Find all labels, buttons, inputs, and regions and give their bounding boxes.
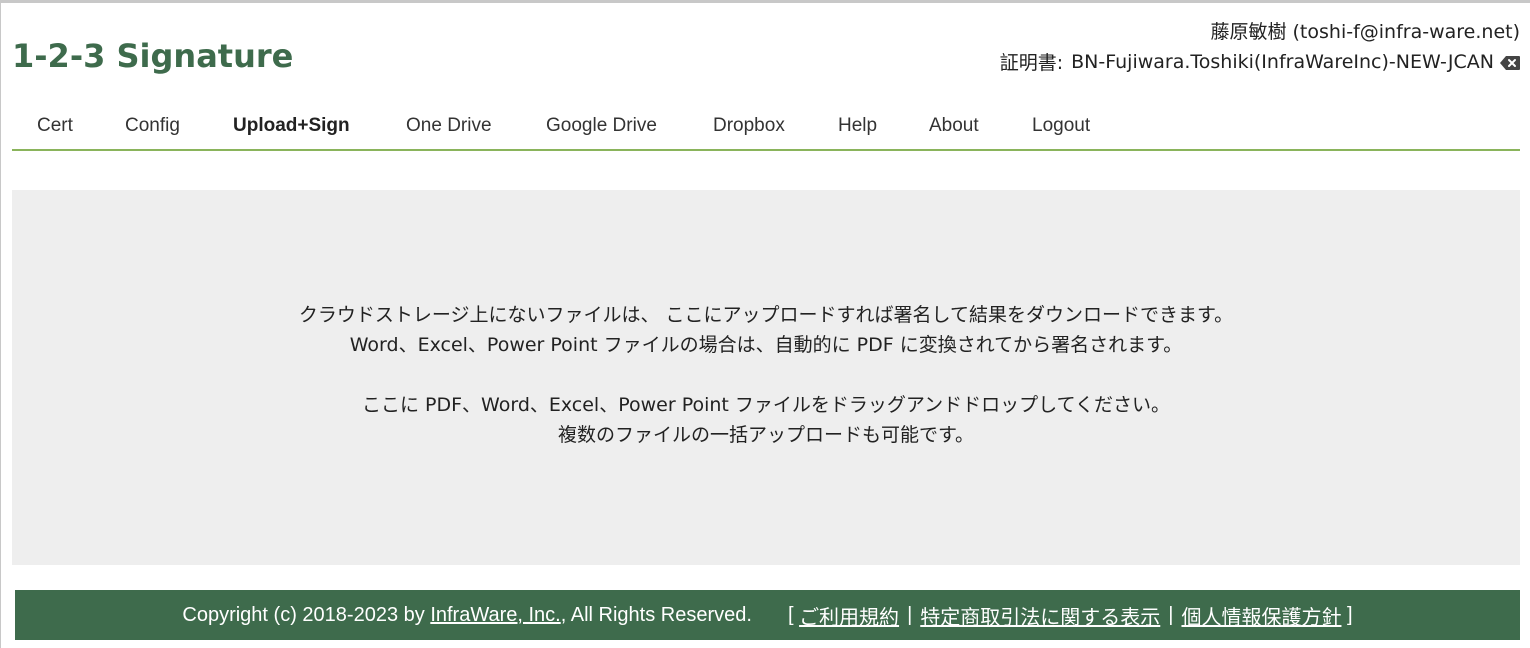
footer-separator: | [1168, 603, 1174, 626]
nav-about[interactable]: About [929, 115, 979, 137]
drop-line-1: クラウドストレージ上にないファイルは、 ここにアップロードすれば署名して結果をダ… [298, 304, 1234, 326]
copyright-suffix: , All Rights Reserved. [560, 603, 752, 626]
user-info: 藤原敏樹 (toshi-f@infra-ware.net) [1210, 21, 1520, 43]
copyright-prefix: Copyright (c) 2018-2023 by [182, 603, 425, 626]
nav-dropbox[interactable]: Dropbox [713, 115, 785, 137]
nav-one-drive[interactable]: One Drive [406, 115, 492, 137]
drop-line-4: 複数のファイルの一括アップロードも可能です。 [557, 424, 975, 446]
certificate-label: 証明書: [999, 52, 1064, 74]
drop-line-3: ここに PDF、Word、Excel、Power Point ファイルをドラッグ… [361, 394, 1171, 416]
app-title: 1-2-3 Signature [12, 37, 294, 75]
bracket-close: ] [1347, 603, 1353, 626]
bracket-open: [ [787, 603, 794, 626]
certificate-name: BN-Fujiwara.Toshiki(InfraWareInc)-NEW-JC… [1071, 50, 1494, 73]
backspace-icon[interactable] [1500, 53, 1520, 70]
nav-google-drive[interactable]: Google Drive [546, 115, 657, 137]
terms-link[interactable]: ご利用規約 [799, 601, 899, 630]
footer-separator: | [907, 603, 913, 626]
nav-logout[interactable]: Logout [1032, 115, 1090, 137]
nav-upload-sign[interactable]: Upload+Sign [233, 115, 350, 137]
drop-instructions: クラウドストレージ上にないファイルは、 ここにアップロードすれば署名して結果をダ… [12, 300, 1520, 450]
commerce-law-link[interactable]: 特定商取引法に関する表示 [920, 601, 1160, 630]
nav-cert[interactable]: Cert [37, 115, 73, 137]
certificate-info: 証明書: BN-Fujiwara.Toshiki(InfraWareInc)-N… [1000, 48, 1520, 75]
footer: Copyright (c) 2018-2023 by InfraWare, In… [15, 590, 1520, 640]
privacy-policy-link[interactable]: 個人情報保護方針 [1181, 601, 1341, 630]
nav-help[interactable]: Help [838, 115, 877, 137]
nav-config[interactable]: Config [125, 115, 180, 137]
company-link[interactable]: InfraWare, Inc. [430, 604, 560, 627]
file-drop-zone[interactable]: クラウドストレージ上にないファイルは、 ここにアップロードすれば署名して結果をダ… [12, 190, 1520, 565]
drop-line-2: Word、Excel、Power Point ファイルの場合は、自動的に PDF… [349, 334, 1183, 356]
main-nav: Cert Config Upload+Sign One Drive Google… [12, 101, 1520, 151]
